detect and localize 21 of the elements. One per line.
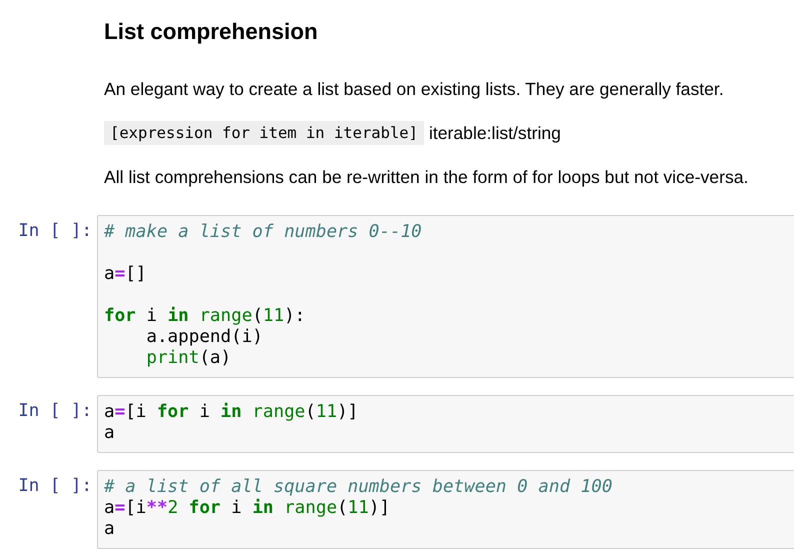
code-line: a <box>104 519 116 540</box>
code-line: a.append(i) <box>145 327 264 348</box>
code-line: a=[] <box>104 263 148 285</box>
paragraph: All list comprehensions can be re-written in the form of for loops but not vice-versa. <box>104 166 748 188</box>
code-cell[interactable]: a=[i for i in range(11)] a <box>97 395 794 453</box>
code-cell[interactable]: # make a list of numbers 0--10 a=[] for i in range(11): a.append(i) print(a) <box>97 215 794 378</box>
inline-code: [expression for item in iterable] <box>104 121 424 145</box>
input-prompt: In [ ]: <box>17 400 93 422</box>
code-line: a <box>104 423 116 444</box>
section-heading: List comprehension <box>104 18 319 46</box>
paragraph: An elegant way to create a list based on existing lists. They are generally faster. <box>104 78 724 100</box>
code-line: a=[i**2 for i in range(11)] <box>104 498 392 519</box>
input-prompt: In [ ]: <box>17 475 93 497</box>
code-line: a=[i for i in range(11)] <box>104 402 360 423</box>
code-line: # a list of all square numbers between 0 and 100 <box>104 477 614 498</box>
code-line: # make a list of numbers 0--10 <box>104 222 423 243</box>
code-line: print(a) <box>145 348 232 369</box>
code-cell[interactable]: # a list of all square numbers between 0 and 100 a=[i**2 for i in range(11)] a <box>97 470 794 549</box>
code-line: for i in range(11): <box>104 305 306 327</box>
text-label: iterable:list/string <box>428 122 561 144</box>
input-prompt: In [ ]: <box>17 220 93 242</box>
